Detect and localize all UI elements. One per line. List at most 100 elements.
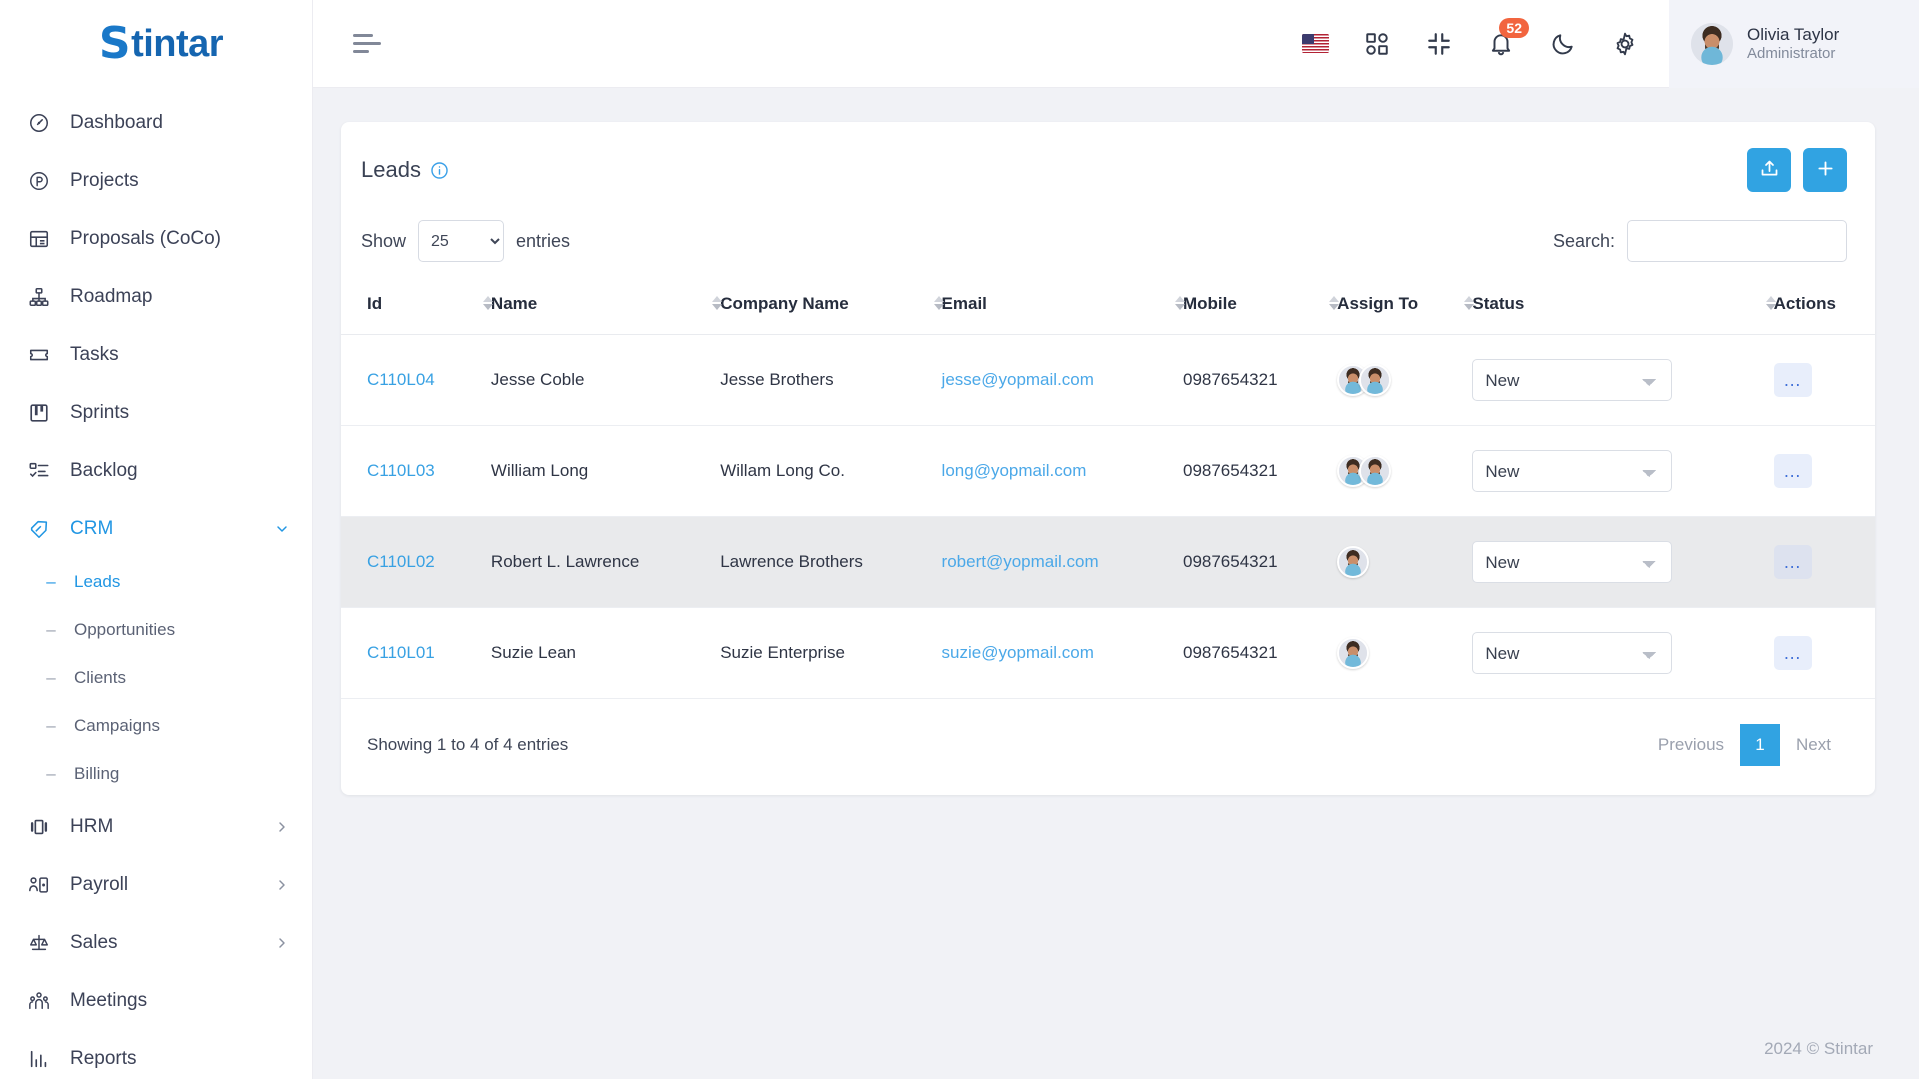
sidebar-item-sales[interactable]: Sales <box>0 914 312 972</box>
table-row[interactable]: C110L01 Suzie Lean Suzie Enterprise suzi… <box>341 607 1875 699</box>
hamburger-menu-icon[interactable] <box>353 34 383 53</box>
email-link[interactable]: jesse@yopmail.com <box>942 370 1094 389</box>
column-header-company[interactable]: Company Name <box>712 280 934 335</box>
column-label: Actions <box>1773 294 1836 313</box>
assignee-avatars[interactable] <box>1337 455 1456 487</box>
sidebar-item-dashboard[interactable]: Dashboard <box>0 94 312 152</box>
email-link[interactable]: suzie@yopmail.com <box>942 643 1094 662</box>
column-header-email[interactable]: Email <box>933 280 1175 335</box>
compress-icon[interactable] <box>1421 26 1457 62</box>
sort-icon[interactable] <box>1765 296 1776 310</box>
lead-id-link[interactable]: C110L02 <box>367 552 435 571</box>
sidebar-item-roadmap[interactable]: Roadmap <box>0 268 312 326</box>
sidebar-subitem-billing[interactable]: – Billing <box>0 750 312 798</box>
grid-apps-icon[interactable] <box>1359 26 1395 62</box>
sort-icon[interactable] <box>1174 296 1185 310</box>
sidebar-item-sprints[interactable]: Sprints <box>0 384 312 442</box>
sort-icon[interactable] <box>933 296 944 310</box>
cell-id: C110L03 <box>341 425 483 517</box>
column-label: Name <box>490 294 538 313</box>
show-label: Show <box>361 230 407 251</box>
import-button[interactable] <box>1747 148 1791 192</box>
column-label: Assign To <box>1337 294 1419 313</box>
sort-asc-arrow <box>482 296 493 302</box>
column-header-status[interactable]: Status <box>1464 280 1766 335</box>
cell-actions: … <box>1765 607 1875 699</box>
sidebar-item-proposals[interactable]: Proposals (CoCo) <box>0 210 312 268</box>
sidebar-item-meetings[interactable]: Meetings <box>0 972 312 1030</box>
pagination-next[interactable]: Next <box>1780 723 1847 767</box>
table-body: C110L04 Jesse Coble Jesse Brothers jesse… <box>341 334 1875 699</box>
table-row[interactable]: C110L02 Robert L. Lawrence Lawrence Brot… <box>341 516 1875 608</box>
column-header-id[interactable]: Id <box>341 280 483 335</box>
column-label: Status <box>1472 294 1525 313</box>
sidebar-item-tasks[interactable]: Tasks <box>0 326 312 384</box>
email-link[interactable]: long@yopmail.com <box>942 461 1087 480</box>
profile-name: Olivia Taylor <box>1747 24 1840 44</box>
search-input[interactable] <box>1627 220 1847 262</box>
gear-icon[interactable] <box>1607 26 1643 62</box>
brand-logo[interactable]: Stintar <box>0 0 312 88</box>
sidebar-subitem-label: Opportunities <box>74 620 176 639</box>
us-flag-icon[interactable] <box>1297 26 1333 62</box>
status-select[interactable]: New <box>1472 632 1673 674</box>
column-header-assign-to[interactable]: Assign To <box>1329 280 1465 335</box>
status-select[interactable]: New <box>1472 450 1673 492</box>
sort-icon[interactable] <box>1464 296 1475 310</box>
status-select[interactable]: New <box>1472 359 1673 401</box>
sidebar-item-projects[interactable]: Projects <box>0 152 312 210</box>
row-actions-button[interactable]: … <box>1773 545 1812 579</box>
row-actions-button[interactable]: … <box>1773 454 1812 488</box>
lead-id-link[interactable]: C110L03 <box>367 461 435 480</box>
sidebar-item-hrm[interactable]: HRM <box>0 798 312 856</box>
sidebar-item-payroll[interactable]: Payroll <box>0 856 312 914</box>
show-entries: Show 25 entries <box>361 220 570 262</box>
hamburger-line <box>353 42 381 45</box>
reports-icon <box>26 1046 52 1072</box>
sidebar-subitem-opportunities[interactable]: – Opportunities <box>0 606 312 654</box>
lead-id-link[interactable]: C110L01 <box>367 643 435 662</box>
sidebar-subitem-leads[interactable]: – Leads <box>0 558 312 606</box>
lead-id-link[interactable]: C110L04 <box>367 370 435 389</box>
sidebar-item-label: Backlog <box>70 460 138 481</box>
email-link[interactable]: robert@yopmail.com <box>942 552 1099 571</box>
row-actions-button[interactable]: … <box>1773 636 1812 670</box>
plus-icon <box>1815 158 1836 182</box>
sort-asc-arrow <box>1464 296 1475 302</box>
pagination-page-1[interactable]: 1 <box>1740 724 1781 766</box>
column-header-actions[interactable]: Actions <box>1765 280 1875 335</box>
sort-icon[interactable] <box>482 296 493 310</box>
card-header: Leads <box>341 122 1875 212</box>
assignee-avatars[interactable] <box>1337 364 1456 396</box>
bell-icon[interactable]: 52 <box>1483 17 1529 62</box>
cell-mobile: 0987654321 <box>1174 334 1330 426</box>
brand-logo-text: tintar <box>131 22 224 65</box>
avatar <box>1337 637 1370 669</box>
sort-icon[interactable] <box>1329 296 1340 310</box>
dash-icon: – <box>46 620 56 639</box>
pagination-previous[interactable]: Previous <box>1642 723 1740 767</box>
column-header-name[interactable]: Name <box>482 280 713 335</box>
page-size-select[interactable]: 25 <box>418 220 505 262</box>
sidebar-subitem-campaigns[interactable]: – Campaigns <box>0 702 312 750</box>
column-header-mobile[interactable]: Mobile <box>1174 280 1330 335</box>
row-actions-button[interactable]: … <box>1773 363 1812 397</box>
sidebar-item-backlog[interactable]: Backlog <box>0 442 312 500</box>
sidebar-item-reports[interactable]: Reports <box>0 1030 312 1079</box>
sort-desc-arrow <box>1464 304 1475 310</box>
sidebar-subitem-clients[interactable]: – Clients <box>0 654 312 702</box>
profile-text: Olivia Taylor Administrator <box>1747 24 1839 64</box>
table-row[interactable]: C110L03 William Long Willam Long Co. lon… <box>341 425 1875 517</box>
add-lead-button[interactable] <box>1803 148 1847 192</box>
topbar: 52 Olivia Taylor Administrator <box>313 0 1919 88</box>
sort-icon[interactable] <box>712 296 723 310</box>
user-profile[interactable]: Olivia Taylor Administrator <box>1669 0 1919 88</box>
status-select[interactable]: New <box>1472 541 1673 583</box>
assignee-avatars[interactable] <box>1337 637 1456 669</box>
info-icon[interactable] <box>430 161 449 180</box>
table-row[interactable]: C110L04 Jesse Coble Jesse Brothers jesse… <box>341 334 1875 426</box>
moon-icon[interactable] <box>1545 26 1581 62</box>
sidebar-item-crm[interactable]: CRM <box>0 500 312 558</box>
assignee-avatars[interactable] <box>1337 546 1456 578</box>
cell-email: jesse@yopmail.com <box>933 334 1175 426</box>
